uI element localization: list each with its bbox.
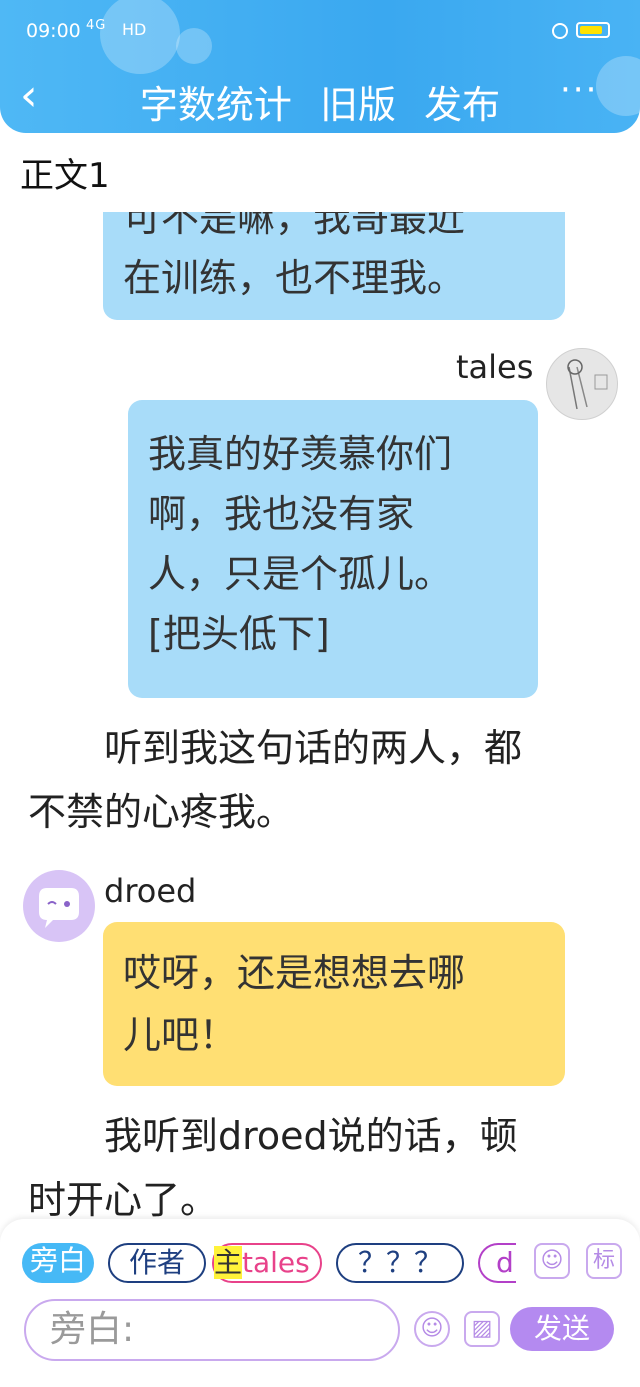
eye-comfort-icon	[552, 23, 568, 39]
signal-icon: 4G	[86, 18, 107, 33]
message-line: 我真的好羡慕你们	[148, 432, 453, 476]
message-line: 在训练，也不理我。	[123, 256, 466, 300]
message-input[interactable]: 旁白:	[24, 1299, 400, 1361]
publish-button[interactable]: 发布	[424, 74, 500, 129]
message-line: 人，只是个孤儿。	[148, 552, 453, 596]
narration-text: 听到我这句话的两人，都 不禁的心疼我。	[28, 716, 628, 844]
word-count-button[interactable]: 字数统计	[140, 74, 292, 129]
tag-icon[interactable]: 标	[586, 1243, 622, 1279]
role-chip-label: tales	[242, 1246, 310, 1279]
chat-bubble-face-icon	[39, 888, 79, 928]
narration-line: 时开心了。	[28, 1178, 219, 1219]
image-icon[interactable]: ▨	[464, 1311, 500, 1347]
avatar[interactable]	[546, 348, 618, 420]
battery-icon	[576, 22, 610, 38]
narration-line: 不禁的心疼我。	[28, 790, 295, 834]
message-bubble[interactable]: 我真的好羡慕你们 啊，我也没有家 人，只是个孤儿。 [把头低下]	[128, 400, 538, 698]
emoji-icon[interactable]: ☺	[414, 1311, 450, 1347]
role-chip-author[interactable]: 作者	[108, 1243, 206, 1283]
status-bar: 09:00 4G HD	[0, 0, 640, 64]
chat-scroll-area[interactable]: 可不是嘛，我哥最近 在训练，也不理我。 tales 我真的好羡慕你们 啊，我也没…	[0, 212, 640, 1219]
nav-title-group: 字数统计 旧版 发布	[0, 74, 640, 129]
role-chip-droed[interactable]: d	[478, 1243, 516, 1283]
header: 09:00 4G HD ‹ 字数统计 旧版 发布 ···	[0, 0, 640, 133]
message-bubble[interactable]: 哎呀，还是想想去哪 儿吧！	[103, 922, 565, 1086]
wifi-hd-label: HD	[122, 20, 147, 39]
contact-card-icon[interactable]: ☺	[534, 1243, 570, 1279]
message-line: 儿吧！	[123, 1013, 238, 1057]
narration-line: 我听到droed说的话，顿	[28, 1114, 518, 1158]
status-time: 09:00	[26, 20, 81, 42]
old-version-button[interactable]: 旧版	[320, 74, 396, 129]
nav-bar: ‹ 字数统计 旧版 发布 ···	[0, 64, 640, 132]
message-line: 哎呀，还是想想去哪	[123, 951, 466, 995]
narration-text: 我听到droed说的话，顿 时开心了。	[28, 1104, 628, 1219]
send-button[interactable]: 发送	[510, 1307, 614, 1351]
role-chip-narrator[interactable]: 旁白	[22, 1243, 94, 1283]
narration-line: 听到我这句话的两人，都	[28, 726, 523, 770]
compose-panel: 旁白 作者 主tales ？？？ d ☺ 标 旁白: ☺ ▨ 发送	[0, 1219, 640, 1387]
avatar[interactable]	[23, 870, 95, 942]
role-chip-unknown[interactable]: ？？？	[336, 1243, 464, 1283]
sketch-avatar-icon	[567, 359, 608, 410]
message-line: 可不是嘛，我哥最近	[123, 212, 466, 240]
role-chip-tales[interactable]: 主tales	[212, 1243, 322, 1283]
main-role-marker: 主	[214, 1246, 243, 1279]
more-icon[interactable]: ···	[560, 70, 598, 110]
speaker-name: tales	[456, 348, 534, 386]
speaker-name: droed	[104, 872, 197, 910]
message-line: 啊，我也没有家	[148, 492, 415, 536]
section-title: 正文1	[20, 156, 110, 196]
message-bubble[interactable]: 可不是嘛，我哥最近 在训练，也不理我。	[103, 212, 565, 320]
message-line: [把头低下]	[148, 612, 330, 656]
